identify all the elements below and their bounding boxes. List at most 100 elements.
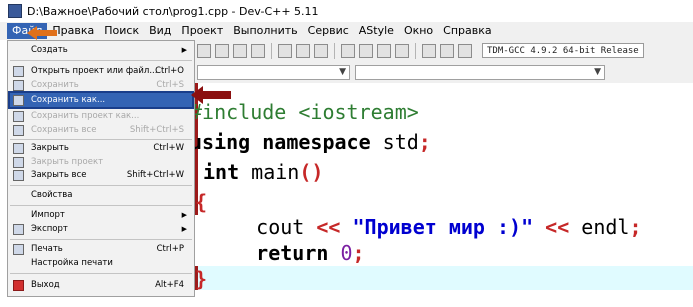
member-combo[interactable]: ▼: [355, 65, 605, 80]
menu-item-label: Свойства: [31, 190, 73, 200]
code-token: return: [256, 241, 329, 265]
code-token: }: [195, 267, 208, 291]
code-line[interactable]: {: [195, 189, 207, 215]
menu-item-label: Сохранить как...: [31, 95, 106, 105]
code-token: ;: [352, 241, 365, 265]
toolbar-separator: [334, 42, 335, 59]
forward-icon[interactable]: [296, 43, 310, 58]
title-bar: D:\Важное\Рабочий стол\prog1.cpp - Dev-C…: [0, 0, 693, 22]
menu-separator: [10, 185, 192, 186]
bookmark-icon[interactable]: [314, 43, 328, 58]
back-icon[interactable]: [278, 43, 292, 58]
list-icon[interactable]: [251, 43, 265, 58]
menu-item-properties[interactable]: Свойства: [10, 188, 192, 202]
code-line[interactable]: }: [195, 266, 207, 292]
menu-item-open[interactable]: Открыть проект или файл... Ctrl+O: [10, 64, 192, 78]
menu-item-save[interactable]: Сохранить Ctrl+S: [10, 78, 192, 92]
annotation-arrow-menu-icon: [27, 26, 57, 40]
menu-astyle[interactable]: AStyle: [354, 23, 399, 39]
code-token: 0: [340, 241, 353, 265]
devcpp-app-icon: [8, 4, 22, 18]
code-token: main: [239, 160, 300, 184]
code-token: <<: [545, 215, 570, 239]
grid-icon[interactable]: [233, 43, 247, 58]
code-token: "Привет мир :)": [340, 215, 546, 239]
toolbar-separator: [271, 42, 272, 59]
menu-search[interactable]: Поиск: [99, 23, 144, 39]
exit-icon: [13, 279, 24, 291]
menu-item-label: Сохранить проект как...: [31, 111, 140, 121]
menu-item-save-as[interactable]: Сохранить как...: [8, 91, 194, 109]
annotation-arrow-save-icon: [191, 86, 231, 104]
profile-icon[interactable]: [458, 43, 472, 58]
menu-item-shortcut: Ctrl+S: [156, 80, 184, 90]
menu-item-import[interactable]: Импорт ▶: [10, 208, 192, 222]
debug-icon[interactable]: [377, 43, 391, 58]
export-icon: [13, 223, 24, 235]
menu-separator: [10, 273, 192, 274]
menu-execute[interactable]: Выполнить: [228, 23, 302, 39]
file-menu-dropdown: Создать ▶ Открыть проект или файл... Ctr…: [7, 40, 195, 297]
submenu-arrow-icon: ▶: [181, 211, 187, 219]
close-file-icon: [13, 142, 24, 154]
menu-help[interactable]: Справка: [438, 23, 496, 39]
menu-item-label: Настройка печати: [31, 258, 113, 268]
menu-item-label: Сохранить: [31, 80, 79, 90]
code-token: ;: [629, 215, 642, 239]
menu-tools[interactable]: Сервис: [303, 23, 354, 39]
code-line[interactable]: return 0;: [208, 240, 365, 266]
menu-item-label: Открыть проект или файл...: [31, 66, 158, 76]
open-folder-icon: [13, 65, 24, 77]
save-all-icon: [13, 124, 24, 136]
blank-icon: [13, 258, 24, 269]
menu-window[interactable]: Окно: [399, 23, 438, 39]
menu-separator: [10, 139, 192, 140]
run-icon[interactable]: [215, 43, 229, 58]
menu-item-close[interactable]: Закрыть Ctrl+W: [10, 141, 192, 155]
code-token: cout: [208, 215, 317, 239]
code-line[interactable]: using namespace std;: [190, 129, 431, 155]
chevron-down-icon: ▼: [594, 67, 601, 77]
class-combo[interactable]: ▼: [197, 65, 350, 80]
menu-item-export[interactable]: Экспорт ▶: [10, 222, 192, 236]
code-line[interactable]: int main(): [203, 159, 323, 185]
menu-item-label: Закрыть: [31, 143, 69, 153]
blank-icon: [13, 45, 24, 56]
menu-item-save-project-as[interactable]: Сохранить проект как...: [10, 109, 192, 123]
menu-item-print-setup[interactable]: Настройка печати: [10, 256, 192, 270]
chart-icon[interactable]: [440, 43, 454, 58]
code-token: <<: [316, 215, 341, 239]
compile-run-icon[interactable]: [341, 43, 355, 58]
compile-icon[interactable]: [197, 43, 211, 58]
rebuild-icon[interactable]: [359, 43, 373, 58]
save-project-icon: [13, 110, 24, 122]
code-line[interactable]: cout << "Привет мир :)" << endl;: [208, 214, 642, 240]
menu-item-label: Сохранить все: [31, 125, 97, 135]
menu-item-shortcut: Shift+Ctrl+W: [126, 170, 184, 180]
save-as-icon: [13, 94, 24, 106]
code-token: {: [195, 190, 208, 214]
menu-item-close-project[interactable]: Закрыть проект: [10, 155, 192, 169]
main-toolbar: TDM-GCC 4.9.2 64-bit Release: [195, 40, 693, 62]
submenu-arrow-icon: ▶: [181, 46, 187, 54]
menu-view[interactable]: Вид: [144, 23, 176, 39]
chevron-down-icon: ▼: [339, 67, 346, 77]
compiler-select[interactable]: TDM-GCC 4.9.2 64-bit Release: [482, 43, 644, 58]
menu-item-label: Импорт: [31, 210, 65, 220]
stop-icon[interactable]: [422, 43, 436, 58]
menu-item-print[interactable]: Печать Ctrl+P: [10, 242, 192, 256]
menu-item-shortcut: Shift+Ctrl+S: [129, 125, 184, 135]
code-token: (): [299, 160, 324, 184]
menu-item-save-all[interactable]: Сохранить все Shift+Ctrl+S: [10, 123, 192, 137]
menu-item-exit[interactable]: Выход Alt+F4: [10, 278, 192, 292]
menu-item-label: Выход: [31, 280, 60, 290]
menu-item-close-all[interactable]: Закрыть все Shift+Ctrl+W: [10, 168, 192, 182]
menu-project[interactable]: Проект: [176, 23, 228, 39]
check-icon[interactable]: [395, 43, 409, 58]
menu-separator: [10, 60, 192, 61]
menu-separator: [10, 205, 192, 206]
code-editor[interactable]: #include <iostream> using namespace std; i…: [190, 83, 693, 307]
menu-item-new[interactable]: Создать ▶: [10, 43, 192, 57]
code-token: endl: [569, 215, 630, 239]
